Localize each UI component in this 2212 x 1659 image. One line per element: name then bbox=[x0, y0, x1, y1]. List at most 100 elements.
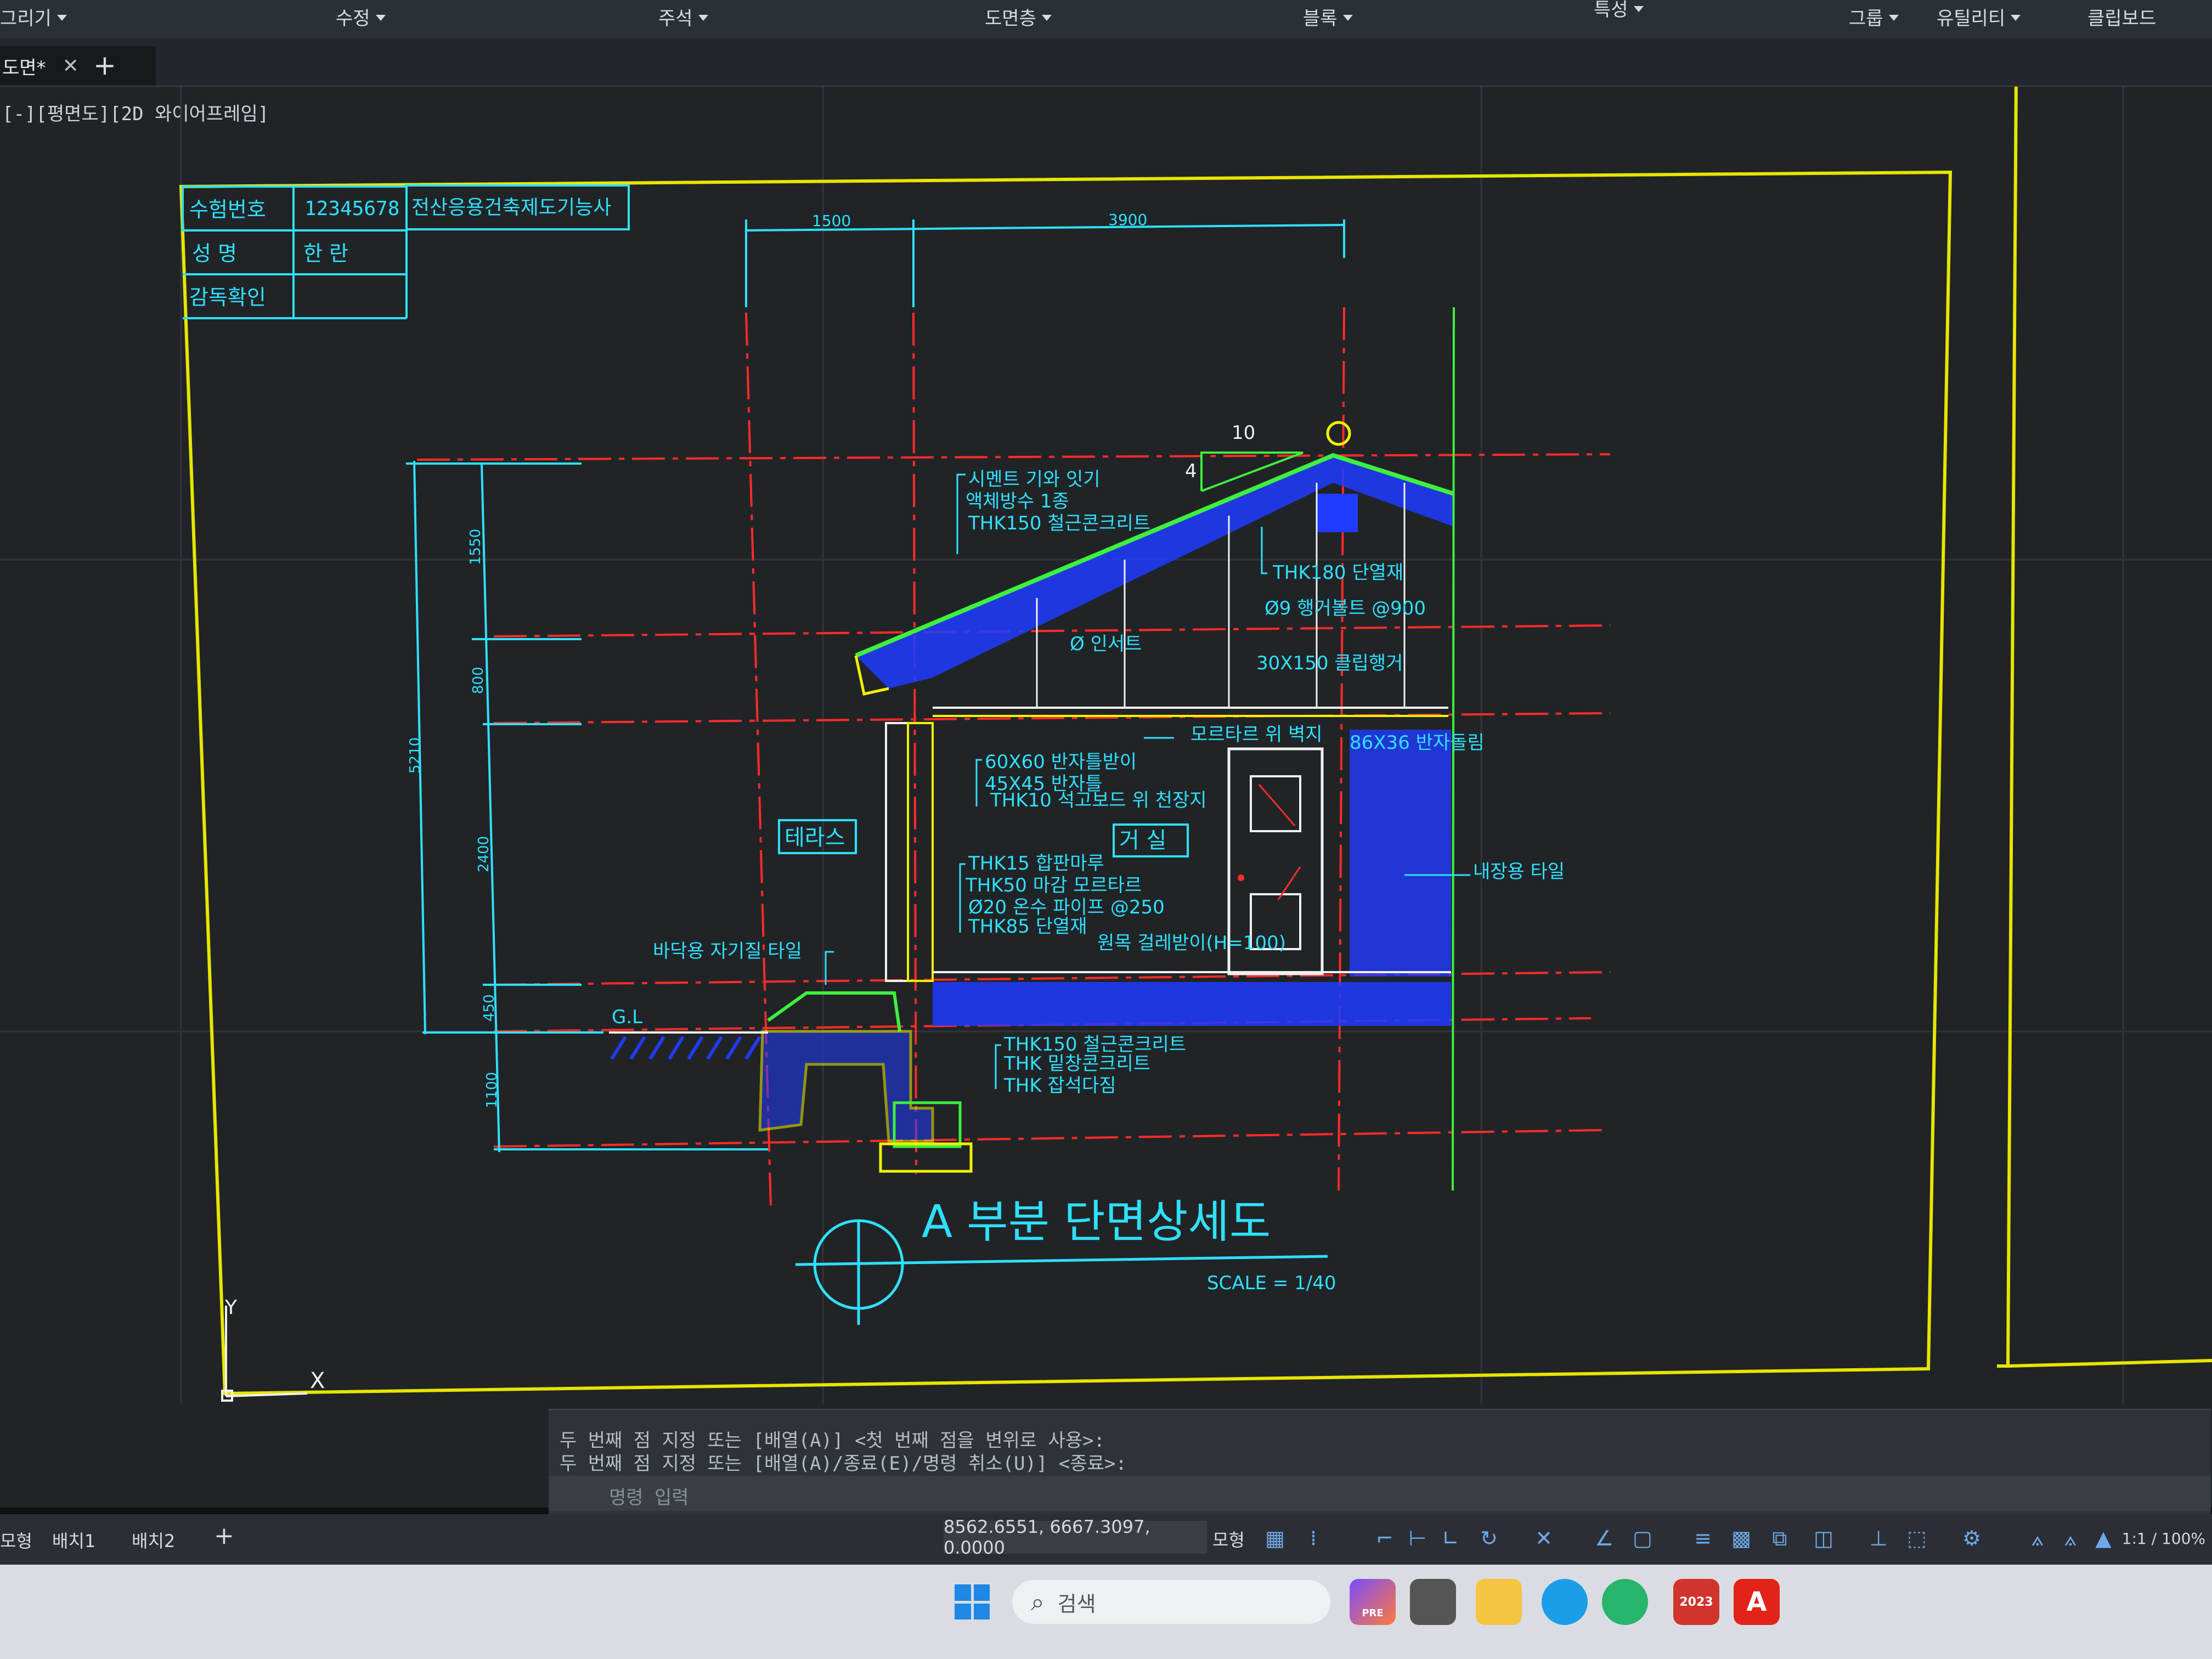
sketchup-icon[interactable]: 2023 bbox=[1673, 1579, 1719, 1625]
room-living: 거 실 bbox=[1119, 828, 1166, 853]
note-ceiling-4: 30X150 클립행거 bbox=[1256, 652, 1403, 674]
note-frame-1: 60X60 반자틀받이 bbox=[985, 751, 1137, 773]
note-ceiling-3: Ø 인서트 bbox=[1070, 633, 1142, 655]
drawing-canvas[interactable]: 수험번호 12345678 전산응용건축제도기능사 성 명 한 란 감독확인 1… bbox=[0, 87, 2212, 1508]
app-green-icon[interactable] bbox=[1602, 1579, 1648, 1625]
ribbon-panel-draw[interactable]: 그리기 bbox=[0, 3, 67, 30]
layout-tab-1[interactable]: 배치1 bbox=[52, 1527, 95, 1553]
workspace-icon[interactable]: ⚙ bbox=[1959, 1525, 1985, 1551]
note-foundation-1: THK150 철근콘크리트 bbox=[1003, 1034, 1186, 1056]
autoscale-icon[interactable]: ⟑ bbox=[2057, 1525, 2084, 1551]
status-bar: 모형 배치1 배치2 + 8562.6551, 6667.3097, 0.000… bbox=[0, 1514, 2212, 1565]
note-frame-3: THK10 석고보드 위 천장지 bbox=[990, 789, 1207, 811]
autocad-icon[interactable]: A bbox=[1734, 1579, 1780, 1625]
close-icon[interactable]: ✕ bbox=[63, 55, 79, 77]
ribbon-clipboard-label: 클립보드 bbox=[2087, 8, 2157, 30]
snap-icon[interactable]: ⁞ bbox=[1300, 1525, 1327, 1551]
document-tab-bar: 도면* ✕ + bbox=[0, 38, 2212, 87]
command-input[interactable]: 명령 입력 bbox=[549, 1476, 2211, 1511]
ribbon-panel-utilities[interactable]: 유틸리티 bbox=[1937, 3, 2021, 30]
annotation-monitor-icon[interactable]: ⬚ bbox=[1904, 1525, 1930, 1551]
chevron-down-icon bbox=[1342, 15, 1353, 21]
object-tracking-icon[interactable]: ∠ bbox=[1591, 1525, 1617, 1551]
add-layout-button[interactable]: + bbox=[214, 1522, 234, 1550]
note-foundation-3: THK 잡석다짐 bbox=[1003, 1075, 1116, 1097]
ucs-icon bbox=[221, 1306, 308, 1402]
ribbon-properties-label: 특성 bbox=[1594, 0, 1628, 21]
ribbon-panel-modify[interactable]: 수정 bbox=[336, 3, 386, 30]
note-ceiling-1: THK180 단열재 bbox=[1272, 562, 1403, 584]
note-roof-3: THK150 철근콘크리트 bbox=[968, 512, 1150, 534]
title-block-value-name: 한 란 bbox=[303, 241, 348, 266]
document-tab[interactable]: 도면* ✕ bbox=[0, 46, 156, 86]
new-tab-button[interactable]: + bbox=[93, 49, 116, 81]
layout-tab-model[interactable]: 모형 bbox=[0, 1527, 32, 1553]
ribbon-panel-groups[interactable]: 그룹 bbox=[1849, 3, 1899, 30]
note-floor-2: THK50 마감 모르타르 bbox=[965, 874, 1142, 896]
annotation-scale[interactable]: 1:1 / 100% bbox=[2122, 1530, 2205, 1548]
object-snap-icon[interactable]: ▢ bbox=[1629, 1525, 1656, 1551]
model-space-button[interactable]: 모형 bbox=[1212, 1526, 1245, 1551]
ribbon-groups-label: 그룹 bbox=[1849, 8, 1883, 30]
3d-osnap-icon[interactable]: ◫ bbox=[1810, 1525, 1837, 1551]
ribbon-panel-layers[interactable]: 도면층 bbox=[985, 3, 1052, 30]
copilot-icon[interactable]: PRE bbox=[1350, 1579, 1396, 1625]
ribbon-panel-block[interactable]: 블록 bbox=[1303, 3, 1353, 30]
windows-start-icon[interactable] bbox=[955, 1584, 990, 1620]
edge-icon[interactable] bbox=[1542, 1579, 1588, 1625]
layout-tab-2[interactable]: 배치2 bbox=[132, 1527, 175, 1553]
isodraft-icon[interactable]: ✕ bbox=[1531, 1525, 1557, 1551]
note-roof-1: 시멘트 기와 잇기 bbox=[968, 469, 1101, 490]
ribbon-panel-properties[interactable]: 특성 bbox=[1594, 0, 1644, 21]
ribbon-panel-annotation[interactable]: 주석 bbox=[658, 3, 708, 30]
note-wall: 모르타르 위 벽지 bbox=[1190, 724, 1323, 746]
ucs-x: X bbox=[310, 1368, 325, 1393]
ribbon-panel-clipboard[interactable]: 클립보드 bbox=[2087, 3, 2156, 30]
file-explorer-icon[interactable] bbox=[1476, 1579, 1522, 1625]
lineweight-icon[interactable]: ≡ bbox=[1690, 1525, 1716, 1551]
dim-left-5: 1100 bbox=[484, 1072, 500, 1108]
dynamic-input-icon[interactable]: ⊢ bbox=[1404, 1525, 1431, 1551]
room-terrace: 테라스 bbox=[785, 825, 845, 850]
ground-line-label: G.L bbox=[612, 1006, 642, 1028]
annotation-visibility-icon[interactable]: ⟑ bbox=[2024, 1525, 2051, 1551]
note-molding: 86X36 반자돌림 bbox=[1350, 732, 1485, 754]
dim-left-2: 800 bbox=[470, 667, 487, 694]
chevron-down-icon bbox=[1041, 15, 1052, 21]
annotation-scale-icon[interactable]: ▲ bbox=[2090, 1525, 2117, 1551]
title-block-label-name: 성 명 bbox=[192, 241, 237, 266]
dim-top-2: 3900 bbox=[1108, 211, 1147, 229]
infer-icon[interactable]: ⌐ bbox=[1372, 1525, 1398, 1551]
dim-top-1: 1500 bbox=[812, 212, 851, 230]
windows-taskbar: ⌕ 검색 PRE 2023 A bbox=[0, 1565, 2212, 1659]
dim-left-3: 2400 bbox=[476, 836, 492, 872]
ortho-icon[interactable]: ∟ bbox=[1437, 1525, 1464, 1551]
drawing-viewport[interactable]: [-][평면도][2D 와이어프레임] 수험번호 12345678 전산응용건축… bbox=[0, 87, 2212, 1508]
chevron-down-icon bbox=[375, 15, 386, 21]
selection-cycling-icon[interactable]: ⧉ bbox=[1767, 1525, 1793, 1551]
title-block-exam-name: 전산응용건축제도기능사 bbox=[411, 196, 611, 219]
note-floor-4: THK85 단열재 bbox=[968, 916, 1087, 938]
title-block-label-supervisor: 감독확인 bbox=[189, 285, 266, 309]
ucs-y: Y bbox=[224, 1296, 238, 1319]
chevron-down-icon bbox=[1888, 15, 1899, 21]
document-tab-label: 도면* bbox=[2, 57, 46, 79]
chevron-down-icon bbox=[698, 15, 708, 21]
title-block-value-number: 12345678 bbox=[304, 198, 399, 220]
transparency-icon[interactable]: ▩ bbox=[1728, 1525, 1754, 1551]
command-input-placeholder: 명령 입력 bbox=[609, 1487, 689, 1509]
taskbar-search[interactable]: ⌕ 검색 bbox=[1012, 1580, 1330, 1624]
task-view-icon[interactable] bbox=[1410, 1579, 1456, 1625]
grid-icon[interactable]: ▦ bbox=[1262, 1525, 1288, 1551]
command-history-2: 두 번째 점 지정 또는 [배열(A)/종료(E)/명령 취소(U)] <종료>… bbox=[560, 1453, 1127, 1475]
coordinates-readout[interactable]: 8562.6551, 6667.3097, 0.0000 bbox=[944, 1516, 1207, 1558]
chevron-down-icon bbox=[2011, 15, 2021, 21]
title-underline bbox=[795, 1255, 1328, 1266]
polar-icon[interactable]: ↻ bbox=[1476, 1525, 1502, 1551]
note-foundation-2: THK 밑창콘크리트 bbox=[1003, 1053, 1150, 1075]
ucs-toggle-icon[interactable]: ⊥ bbox=[1865, 1525, 1892, 1551]
note-floor-3: Ø20 온수 파이프 @250 bbox=[968, 896, 1165, 918]
note-tile-wall: 내장용 타일 bbox=[1473, 861, 1565, 883]
drawing-title: A 부분 단면상세도 bbox=[922, 1196, 1271, 1248]
command-line[interactable]: 두 번째 점 지정 또는 [배열(A)] <첫 번째 점을 변위로 사용>: 두… bbox=[549, 1409, 2211, 1515]
